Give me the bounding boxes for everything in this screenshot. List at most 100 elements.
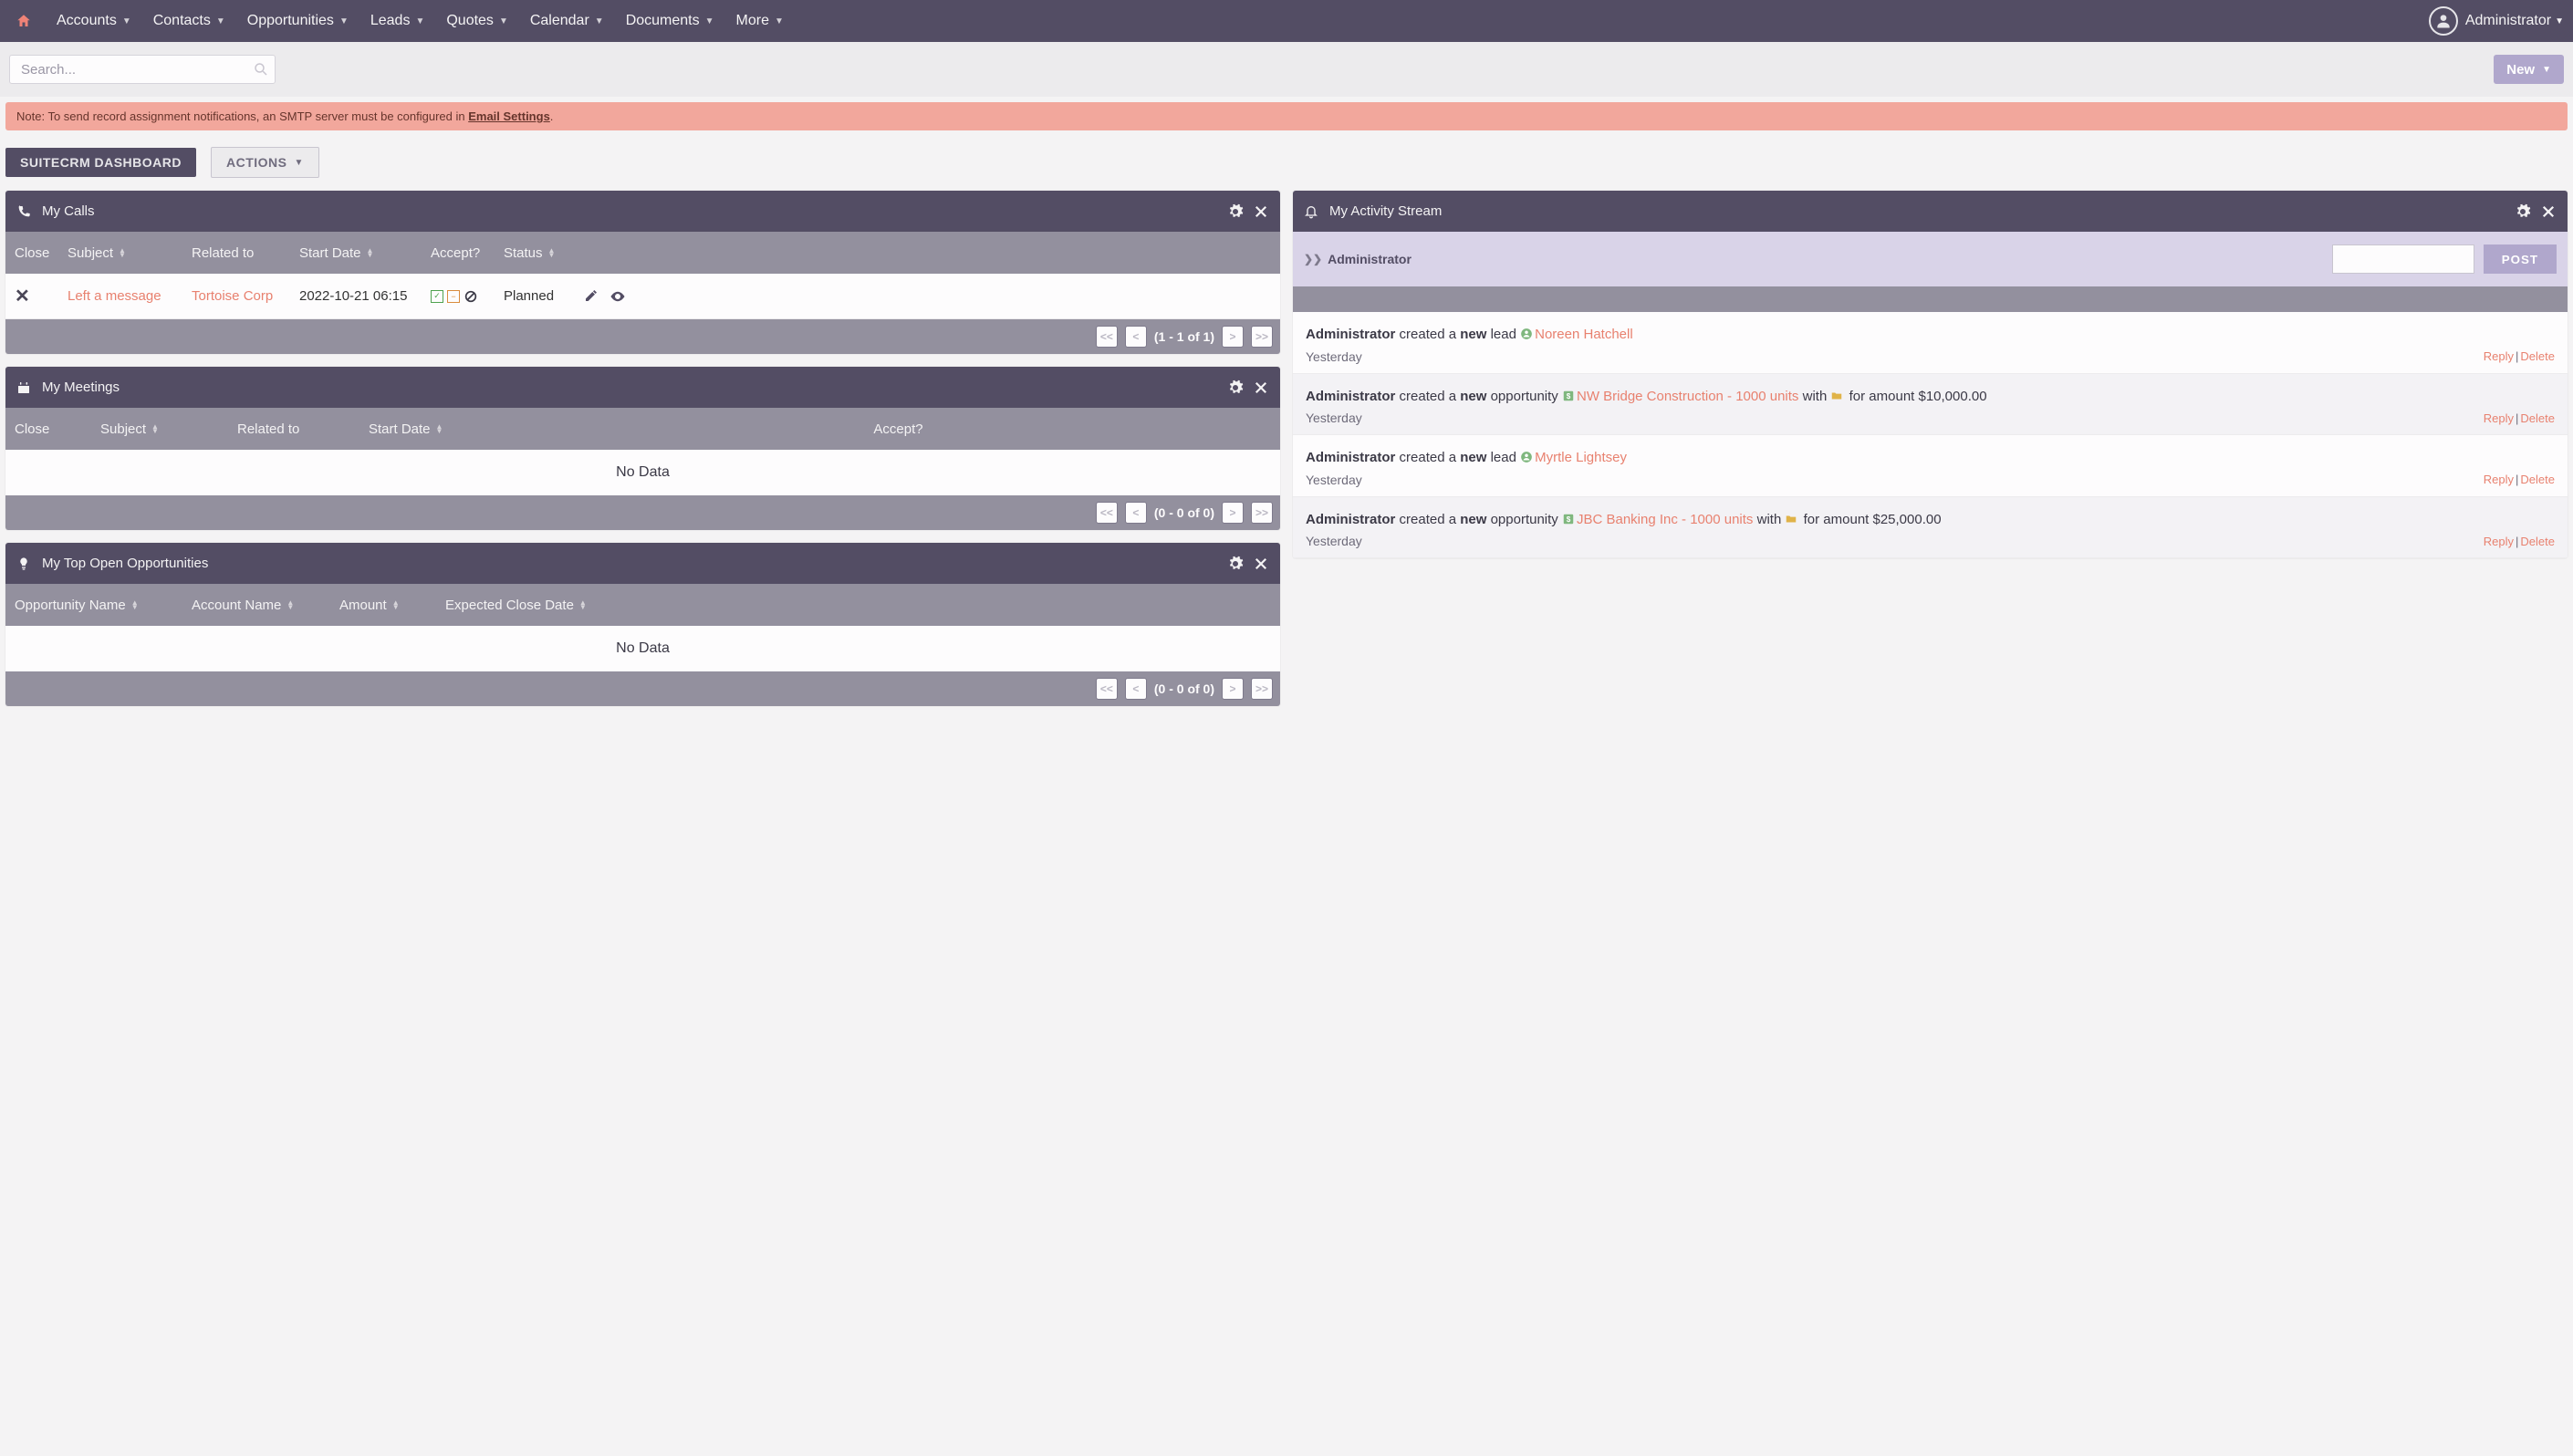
- record-link[interactable]: Noreen Hatchell: [1535, 327, 1633, 342]
- new-button[interactable]: New ▼: [2494, 55, 2564, 84]
- accept-tentative-icon[interactable]: −: [447, 290, 460, 303]
- chevron-down-icon: ▼: [775, 16, 784, 26]
- nav-item-contacts[interactable]: Contacts▼: [142, 0, 236, 42]
- svg-text:$: $: [1567, 515, 1571, 523]
- chevron-down-icon: ▼: [415, 16, 424, 26]
- delete-link[interactable]: Delete: [2520, 411, 2555, 425]
- panel-my-meetings: My Meetings Close Subject▲▼ Related to S…: [5, 367, 1280, 530]
- stream-item: Administrator created a new lead Myrtle …: [1293, 435, 2568, 497]
- pager-prev[interactable]: <: [1125, 326, 1147, 348]
- nav-item-documents[interactable]: Documents▼: [615, 0, 725, 42]
- col-start[interactable]: Start Date▲▼: [369, 421, 526, 437]
- nav-label: Contacts: [153, 13, 211, 29]
- col-name[interactable]: Opportunity Name▲▼: [15, 598, 192, 613]
- search-input[interactable]: [9, 55, 276, 84]
- delete-link[interactable]: Delete: [2520, 535, 2555, 548]
- view-icon[interactable]: [609, 288, 626, 305]
- row-status: Planned: [504, 288, 554, 304]
- col-related[interactable]: Related to: [192, 245, 299, 261]
- reply-link[interactable]: Reply: [2484, 473, 2514, 486]
- nav-item-leads[interactable]: Leads▼: [359, 0, 436, 42]
- col-amount[interactable]: Amount▲▼: [339, 598, 445, 613]
- nav-item-opportunities[interactable]: Opportunities▼: [236, 0, 359, 42]
- stream-actions: Reply|Delete: [2484, 349, 2555, 363]
- composer-user: ❯❯ Administrator: [1304, 252, 2332, 266]
- no-data: No Data: [5, 626, 1280, 671]
- edit-icon[interactable]: [584, 288, 599, 305]
- panel-header: My Top Open Opportunities: [5, 543, 1280, 584]
- close-row-icon[interactable]: ✕: [15, 286, 30, 307]
- accept-yes-icon[interactable]: ✓: [431, 290, 443, 303]
- close-icon[interactable]: [2540, 203, 2557, 220]
- panel-header: My Calls: [5, 191, 1280, 232]
- col-close[interactable]: Close: [15, 421, 100, 437]
- col-accept[interactable]: Accept?: [526, 421, 1271, 437]
- col-status[interactable]: Status▲▼: [504, 245, 584, 261]
- pager-prev[interactable]: <: [1125, 502, 1147, 524]
- nav-item-more[interactable]: More▼: [725, 0, 795, 42]
- pager-first[interactable]: <<: [1096, 326, 1118, 348]
- stream-actions: Reply|Delete: [2484, 473, 2555, 486]
- gear-icon[interactable]: [2515, 203, 2531, 220]
- reply-link[interactable]: Reply: [2484, 349, 2514, 363]
- folder-icon: [1830, 390, 1843, 402]
- nav-item-quotes[interactable]: Quotes▼: [435, 0, 519, 42]
- nav-item-calendar[interactable]: Calendar▼: [519, 0, 615, 42]
- pager-next[interactable]: >: [1222, 326, 1244, 348]
- pager-next[interactable]: >: [1222, 678, 1244, 700]
- delete-link[interactable]: Delete: [2520, 349, 2555, 363]
- chevron-down-icon: ▼: [595, 16, 604, 26]
- stream-body[interactable]: Administrator created a new lead Noreen …: [1293, 312, 2568, 558]
- nav-item-accounts[interactable]: Accounts▼: [46, 0, 142, 42]
- gear-icon[interactable]: [1227, 556, 1244, 572]
- col-accept[interactable]: Accept?: [431, 245, 504, 261]
- pager-last[interactable]: >>: [1251, 678, 1273, 700]
- actions-button[interactable]: ACTIONS ▼: [211, 147, 319, 178]
- table-header: Close Subject▲▼ Related to Start Date▲▼ …: [5, 408, 1280, 450]
- pager-first[interactable]: <<: [1096, 678, 1118, 700]
- col-related[interactable]: Related to: [237, 421, 369, 437]
- pager: << < (0 - 0 of 0) > >>: [5, 671, 1280, 706]
- sort-icon: ▲▼: [392, 600, 400, 609]
- col-close-date[interactable]: Expected Close Date▲▼: [445, 598, 1271, 613]
- chevron-down-icon: ▼: [499, 16, 508, 26]
- alert-link[interactable]: Email Settings: [468, 109, 550, 123]
- close-icon[interactable]: [1253, 380, 1269, 396]
- pager-last[interactable]: >>: [1251, 502, 1273, 524]
- close-icon[interactable]: [1253, 203, 1269, 220]
- calendar-icon: [16, 380, 33, 395]
- record-link[interactable]: JBC Banking Inc - 1000 units: [1577, 512, 1753, 527]
- gear-icon[interactable]: [1227, 203, 1244, 220]
- col-close[interactable]: Close: [15, 245, 68, 261]
- col-subject[interactable]: Subject▲▼: [68, 245, 192, 261]
- panel-title: My Top Open Opportunities: [42, 556, 1218, 571]
- accept-no-icon[interactable]: [464, 289, 478, 304]
- close-icon[interactable]: [1253, 556, 1269, 572]
- row-subject[interactable]: Left a message: [68, 288, 161, 304]
- accept-icons: ✓ −: [431, 289, 504, 304]
- post-button[interactable]: POST: [2484, 244, 2557, 274]
- search-button[interactable]: [250, 58, 272, 80]
- gear-icon[interactable]: [1227, 380, 1244, 396]
- col-subject[interactable]: Subject▲▼: [100, 421, 237, 437]
- col-start[interactable]: Start Date▲▼: [299, 245, 431, 261]
- pager-next[interactable]: >: [1222, 502, 1244, 524]
- svg-text:$: $: [1567, 391, 1571, 400]
- pager-prev[interactable]: <: [1125, 678, 1147, 700]
- reply-link[interactable]: Reply: [2484, 411, 2514, 425]
- delete-link[interactable]: Delete: [2520, 473, 2555, 486]
- col-account[interactable]: Account Name▲▼: [192, 598, 339, 613]
- record-link[interactable]: NW Bridge Construction - 1000 units: [1577, 389, 1798, 404]
- row-related[interactable]: Tortoise Corp: [192, 288, 273, 304]
- compose-input[interactable]: [2332, 244, 2474, 274]
- reply-link[interactable]: Reply: [2484, 535, 2514, 548]
- sort-icon: ▲▼: [436, 424, 443, 433]
- alert-text: Note: To send record assignment notifica…: [16, 109, 468, 123]
- home-icon[interactable]: [9, 6, 38, 36]
- user-menu[interactable]: Administrator ▼: [2429, 6, 2564, 36]
- row-start: 2022-10-21 06:15: [299, 288, 407, 304]
- stream-time: Yesterday: [1306, 349, 1362, 364]
- pager-first[interactable]: <<: [1096, 502, 1118, 524]
- record-link[interactable]: Myrtle Lightsey: [1535, 450, 1627, 465]
- pager-last[interactable]: >>: [1251, 326, 1273, 348]
